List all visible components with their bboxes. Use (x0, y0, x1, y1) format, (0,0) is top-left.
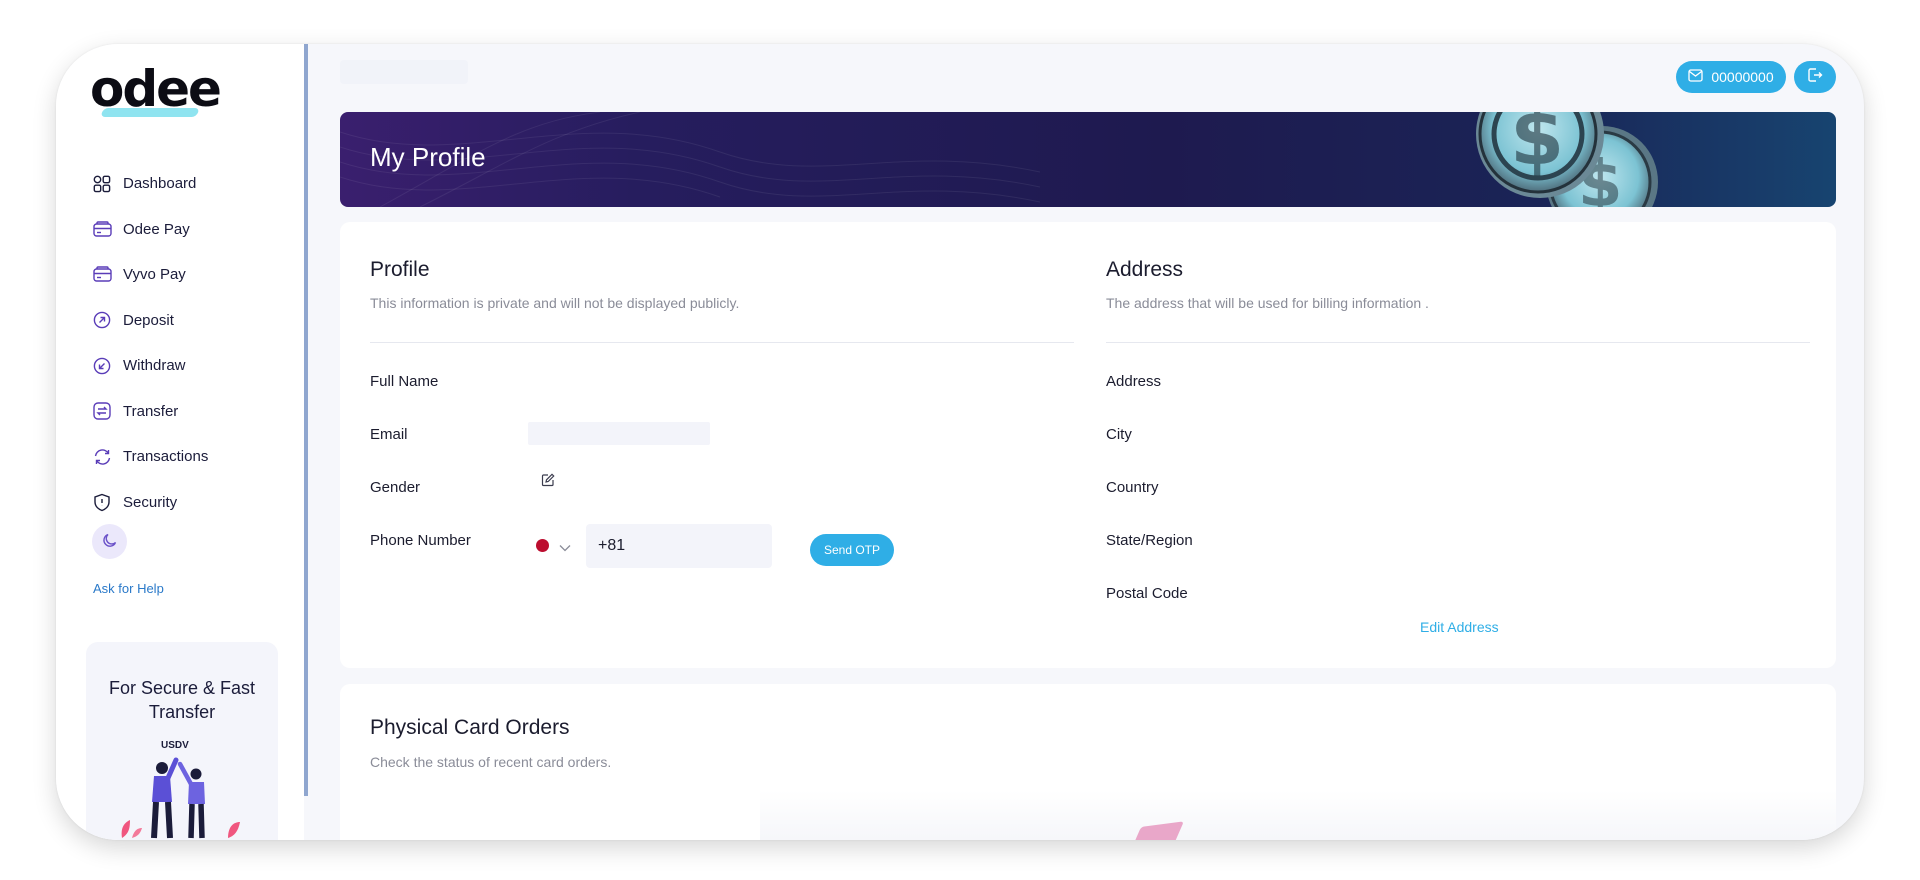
swap-icon (92, 401, 112, 421)
grid-icon (92, 174, 112, 194)
sidebar-item-vyvo-pay[interactable]: Vyvo Pay (92, 252, 208, 298)
orders-empty-state (760, 790, 1836, 840)
phone-number-label: Phone Number (370, 532, 471, 549)
edit-icon[interactable] (541, 472, 555, 491)
sidebar-item-label: Security (123, 493, 178, 511)
moon-icon (102, 532, 118, 552)
chevron-down-icon[interactable] (558, 539, 572, 558)
profile-title: Profile (370, 258, 430, 281)
sidebar-item-label: Deposit (123, 311, 174, 329)
email-label: 00000000 (1711, 69, 1774, 85)
arrow-down-left-circle-icon (92, 356, 112, 376)
main-content: 00000000 My Profile $ $ Profile This inf… (308, 44, 1864, 840)
logo-text: odee (90, 60, 222, 118)
page-banner: My Profile $ $ (340, 112, 1836, 207)
email-value (528, 422, 710, 445)
address-title: Address (1106, 258, 1184, 281)
profile-card: Profile This information is private and … (340, 222, 1836, 668)
sidebar-item-label: Transactions (123, 448, 209, 466)
sidebar-item-label: Vyvo Pay (123, 266, 186, 284)
send-otp-button[interactable]: Send OTP (810, 534, 894, 566)
card-orders-section: Physical Card Orders Check the status of… (340, 684, 1836, 840)
card-icon (92, 219, 112, 239)
orders-title: Physical Card Orders (370, 716, 570, 739)
transfer-illustration: USDV (121, 740, 240, 839)
promo-card: For Secure & Fast Transfer USDV (86, 642, 278, 840)
logout-button[interactable] (1794, 61, 1836, 93)
dollar-coins-icon: $ $ (1476, 112, 1658, 207)
shield-icon (92, 492, 112, 512)
profile-divider (370, 342, 1074, 343)
email-label: Email (370, 426, 408, 443)
address-divider (1106, 342, 1810, 343)
postal-code-label: Postal Code (1106, 585, 1188, 602)
gender-label: Gender (370, 479, 421, 496)
sidebar: odee Dashboard Odee Pay Vyvo Pay Deposit… (56, 44, 304, 840)
logout-icon (1807, 67, 1823, 87)
sidebar-item-dashboard[interactable]: Dashboard (92, 161, 208, 207)
edit-address-link[interactable]: Edit Address (1420, 619, 1499, 635)
card-icon (92, 265, 112, 285)
theme-toggle-button[interactable] (92, 524, 127, 559)
orders-subtitle: Check the status of recent card orders. (370, 754, 612, 770)
page-title: My Profile (370, 142, 486, 172)
app-frame: odee Dashboard Odee Pay Vyvo Pay Deposit… (56, 44, 1864, 840)
refresh-icon (92, 447, 112, 467)
country-flag-icon[interactable] (536, 539, 549, 552)
svg-text:$: $ (1510, 112, 1564, 183)
header-placeholder (340, 60, 468, 84)
state-region-label: State/Region (1106, 532, 1193, 549)
sidebar-item-security[interactable]: Security (92, 480, 208, 526)
full-name-label: Full Name (370, 373, 439, 390)
sidebar-item-label: Dashboard (123, 175, 197, 193)
ask-for-help-link[interactable]: Ask for Help (93, 581, 164, 596)
sidebar-item-transactions[interactable]: Transactions (92, 434, 208, 480)
sidebar-item-label: Transfer (123, 402, 179, 420)
city-label: City (1106, 426, 1132, 443)
sidebar-item-transfer[interactable]: Transfer (92, 389, 208, 435)
address-subtitle: The address that will be used for billin… (1106, 295, 1429, 311)
country-label: Country (1106, 479, 1159, 496)
mail-icon (1688, 69, 1711, 85)
sidebar-item-deposit[interactable]: Deposit (92, 298, 208, 344)
odee-logo[interactable]: odee (90, 60, 222, 118)
sidebar-item-withdraw[interactable]: Withdraw (92, 343, 208, 389)
promo-art-label: USDV (161, 740, 189, 751)
sidebar-nav: Dashboard Odee Pay Vyvo Pay Deposit With… (92, 161, 208, 525)
address-label: Address (1106, 373, 1162, 390)
phone-number-input[interactable] (586, 524, 772, 568)
sidebar-item-label: Odee Pay (123, 220, 190, 238)
profile-subtitle: This information is private and will not… (370, 295, 740, 311)
promo-title: For Secure & Fast Transfer (108, 678, 256, 722)
sidebar-item-label: Withdraw (123, 357, 186, 375)
sidebar-item-odee-pay[interactable]: Odee Pay (92, 207, 208, 253)
email-button[interactable]: 00000000 (1676, 61, 1786, 93)
arrow-up-right-circle-icon (92, 310, 112, 330)
